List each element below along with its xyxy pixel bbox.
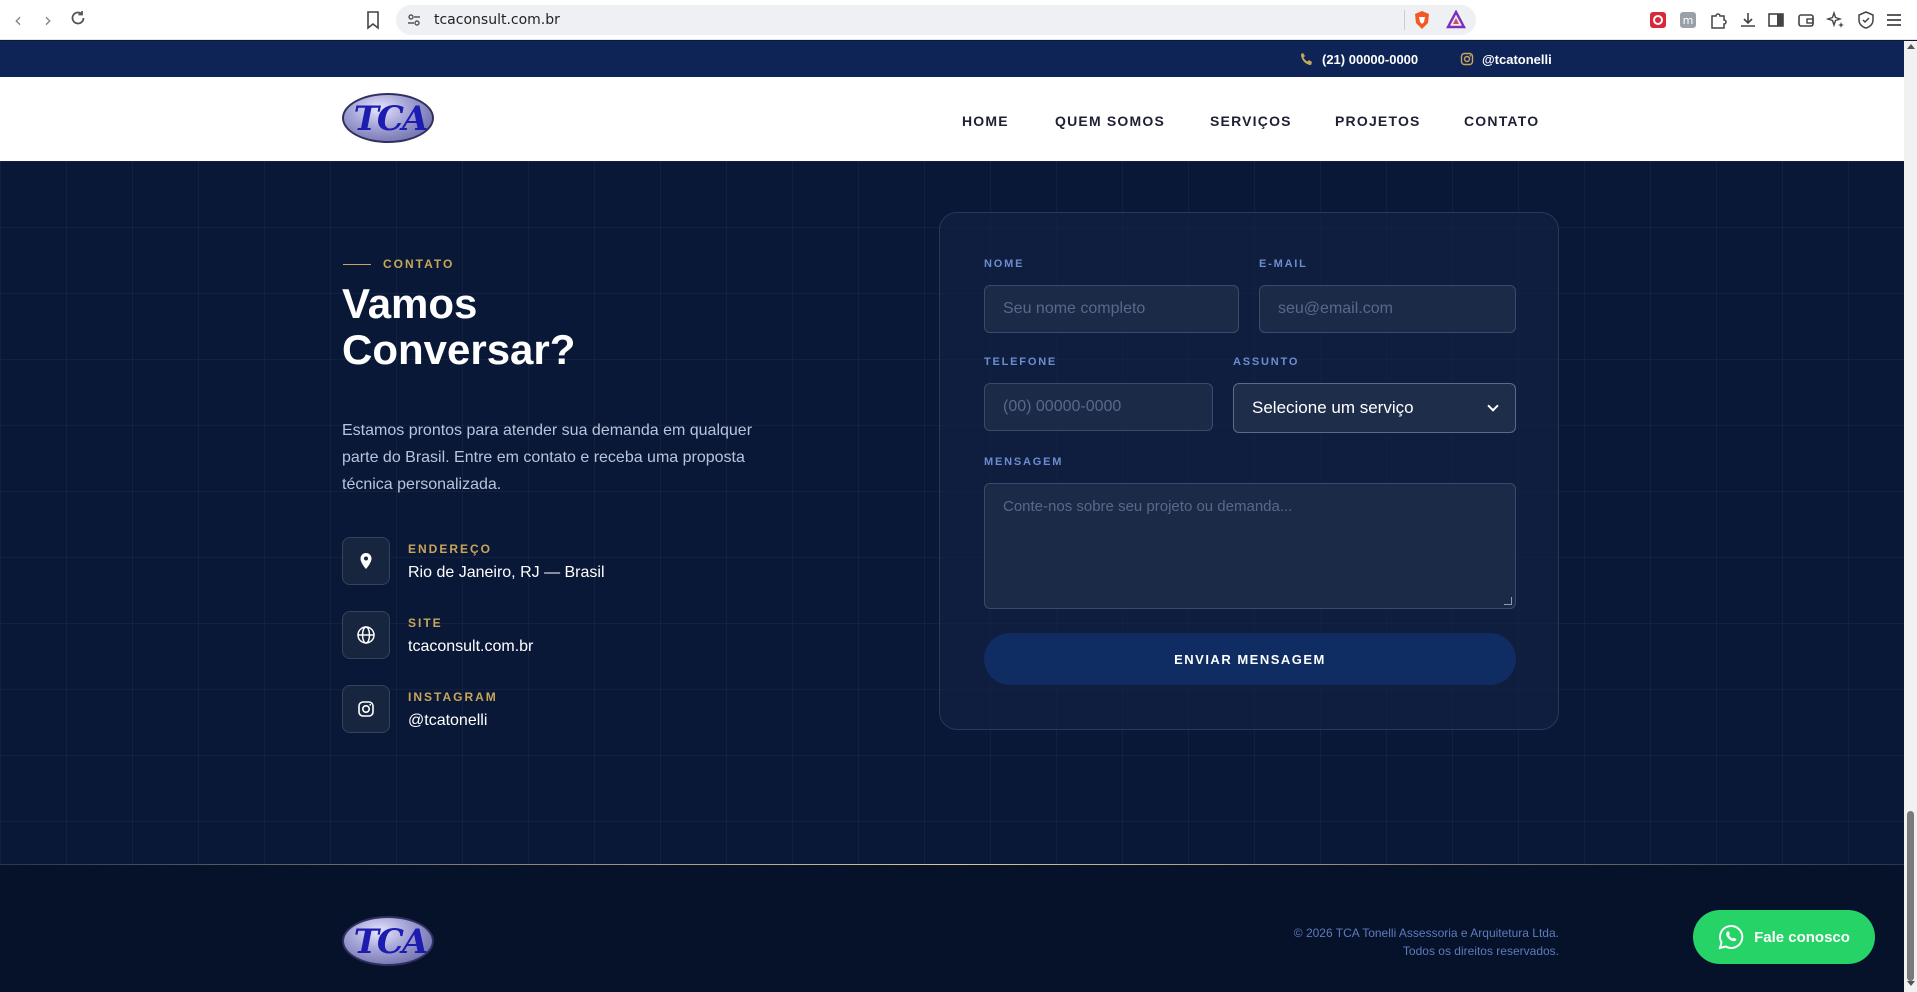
info-address-label: ENDEREÇO	[408, 542, 493, 556]
whatsapp-button[interactable]: Fale conosco	[1693, 910, 1875, 964]
info-site-label: SITE	[408, 616, 443, 630]
topbar-phone-text: (21) 00000-0000	[1322, 51, 1419, 67]
download-icon[interactable]	[1738, 10, 1758, 30]
nav-home[interactable]: HOME	[962, 113, 1009, 129]
info-instagram-value[interactable]: @tcatonelli	[408, 712, 487, 730]
contact-form: NOME Seu nome completo E-MAIL seu@email.…	[939, 212, 1559, 730]
forward-icon[interactable]: ›	[36, 8, 60, 32]
puzzle-icon[interactable]	[1708, 10, 1728, 30]
copyright: © 2026 TCA Tonelli Assessoria e Arquitet…	[1294, 924, 1559, 960]
info-instagram: INSTAGRAM @tcatonelli	[342, 685, 742, 735]
web-page: (21) 00000-0000 @tcatonelli TCA HOME QUE…	[0, 41, 1904, 992]
map-pin-icon	[342, 537, 390, 585]
nav-servicos[interactable]: SERVIÇOS	[1210, 113, 1292, 129]
message-textarea[interactable]: Conte-nos sobre seu projeto ou demanda..…	[984, 483, 1516, 609]
resize-handle-icon[interactable]	[1504, 597, 1512, 605]
top-contact-bar: (21) 00000-0000 @tcatonelli	[0, 41, 1904, 77]
instagram-icon	[1460, 52, 1474, 66]
topbar-instagram-text: @tcatonelli	[1482, 51, 1552, 67]
info-instagram-label: INSTAGRAM	[408, 690, 498, 704]
phone-input[interactable]: (00) 00000-0000	[984, 383, 1213, 431]
back-icon[interactable]: ‹	[6, 8, 30, 32]
copyright-line-1: © 2026 TCA Tonelli Assessoria e Arquitet…	[1293, 926, 1559, 940]
info-address-value: Rio de Janeiro, RJ — Brasil	[408, 564, 605, 581]
page-title: Vamos Conversar?	[342, 280, 576, 373]
extension-m-icon[interactable]: m	[1678, 10, 1698, 30]
brave-shield-icon[interactable]	[1412, 10, 1432, 30]
site-header: TCA HOME QUEM SOMOS SERVIÇOS PROJETOS CO…	[0, 77, 1904, 161]
vpn-shield-icon[interactable]	[1856, 10, 1876, 30]
scrollbar-thumb[interactable]	[1907, 811, 1914, 981]
email-placeholder: seu@email.com	[1278, 300, 1393, 317]
email-input[interactable]: seu@email.com	[1259, 285, 1516, 333]
info-address: ENDEREÇO Rio de Janeiro, RJ — Brasil	[342, 537, 742, 587]
footer-logo-oval: TCA	[342, 916, 434, 966]
chevron-down-icon	[1487, 400, 1499, 412]
url-text: tcaconsult.com.br	[434, 12, 560, 28]
name-placeholder: Seu nome completo	[1003, 300, 1146, 317]
section-eyebrow: CONTATO	[343, 257, 454, 271]
leo-ai-icon[interactable]	[1825, 10, 1846, 30]
scroll-up-icon[interactable]	[1907, 44, 1915, 49]
contact-lead: Estamos prontos para atender sua demanda…	[342, 422, 753, 493]
whatsapp-icon	[1718, 924, 1744, 950]
sidebar-icon[interactable]	[1766, 10, 1786, 30]
eyebrow-text: CONTATO	[383, 257, 455, 271]
header-logo[interactable]: TCA	[342, 93, 434, 143]
site-settings-icon[interactable]	[406, 12, 422, 28]
instagram-icon	[342, 685, 390, 733]
nav-projetos[interactable]: PROJETOS	[1335, 113, 1421, 129]
name-label: NOME	[984, 258, 1025, 270]
globe-icon	[342, 611, 390, 659]
url-separator	[1404, 10, 1405, 30]
name-input[interactable]: Seu nome completo	[984, 285, 1239, 333]
info-site-value[interactable]: tcaconsult.com.br	[408, 638, 533, 656]
menu-icon[interactable]	[1884, 10, 1904, 30]
footer-divider	[0, 864, 1904, 865]
brave-rewards-icon[interactable]	[1446, 9, 1466, 30]
eyebrow-line	[343, 263, 371, 265]
address-bar[interactable]: tcaconsult.com.br	[396, 5, 1476, 35]
message-placeholder: Conte-nos sobre seu projeto ou demanda..…	[1003, 498, 1293, 515]
extension-red-icon[interactable]	[1648, 10, 1668, 30]
logo-text: TCA	[353, 99, 429, 139]
phone-label: TELEFONE	[984, 356, 1058, 368]
browser-toolbar: ‹ › tcaconsult.com.br m	[0, 0, 1917, 40]
logo-oval: TCA	[342, 93, 434, 143]
footer-logo-text: TCA	[353, 922, 429, 962]
email-label: E-MAIL	[1259, 258, 1308, 270]
topbar-phone[interactable]: (21) 00000-0000	[1300, 50, 1418, 68]
contact-section: CONTATO Vamos Conversar? Estamos prontos…	[0, 161, 1904, 864]
submit-button[interactable]: ENVIAR MENSAGEM	[984, 633, 1516, 685]
page-scrollbar[interactable]	[1904, 41, 1917, 992]
scroll-down-icon[interactable]	[1907, 981, 1915, 986]
svg-text:m: m	[1683, 14, 1694, 27]
nav-quem-somos[interactable]: QUEM SOMOS	[1055, 113, 1165, 129]
footer-logo[interactable]: TCA	[342, 916, 434, 966]
wallet-icon[interactable]	[1796, 10, 1816, 30]
info-site: SITE tcaconsult.com.br	[342, 611, 742, 661]
site-footer: TCA © 2026 TCA Tonelli Assessoria e Arqu…	[0, 864, 1904, 992]
subject-label: ASSUNTO	[1233, 356, 1300, 368]
bookmark-icon[interactable]	[362, 9, 384, 31]
topbar-instagram[interactable]: @tcatonelli	[1460, 50, 1552, 68]
copyright-line-2: Todos os direitos reservados.	[1402, 944, 1559, 958]
reload-icon[interactable]	[66, 8, 90, 32]
subject-selected: Selecione um serviço	[1252, 398, 1414, 417]
phone-placeholder: (00) 00000-0000	[1003, 398, 1122, 415]
message-label: MENSAGEM	[984, 456, 1064, 468]
nav-contato[interactable]: CONTATO	[1464, 113, 1539, 129]
subject-select[interactable]: Selecione um serviço	[1233, 383, 1516, 433]
whatsapp-label: Fale conosco	[1754, 928, 1850, 946]
phone-icon	[1301, 53, 1312, 65]
